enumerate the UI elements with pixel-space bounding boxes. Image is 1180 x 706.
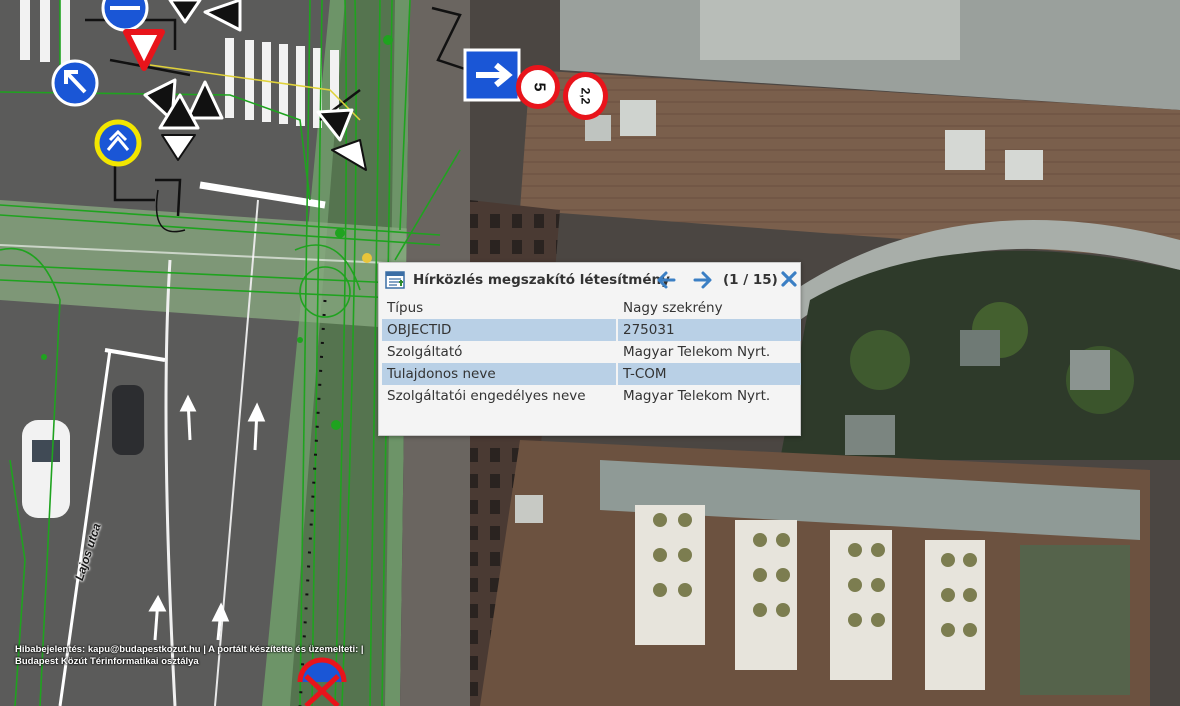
speed-limit-sign-icon: 5 — [516, 65, 560, 109]
attribute-key: Típus — [382, 297, 618, 319]
attribute-table: Típus Nagy szekrény OBJECTID 275031 Szol… — [382, 297, 801, 407]
attribute-row: Szolgáltatói engedélyes neve Magyar Tele… — [382, 385, 801, 407]
close-icon[interactable] — [779, 269, 799, 289]
popup-header: Hírközlés megszakító létesítmény (1 / 15… — [379, 263, 800, 296]
arrow-right-icon[interactable] — [692, 270, 714, 290]
attribute-value: 275031 — [623, 322, 675, 338]
arrow-left-icon[interactable] — [655, 270, 677, 290]
footer-line-contact[interactable]: Hibabejelentés: kapu@budapestkozut.hu | … — [15, 644, 364, 656]
attribute-row: Szolgáltató Magyar Telekom Nyrt. — [382, 341, 801, 363]
feature-counter: (1 / 15) — [723, 272, 778, 288]
weight-limit-sign-icon: 2,2 — [563, 72, 608, 120]
weight-limit-value: 2,2 — [578, 87, 593, 105]
attribute-key: Szolgáltatói engedélyes neve — [382, 385, 618, 407]
attribute-value: Nagy szekrény — [623, 300, 723, 316]
footer-attribution: Hibabejelentés: kapu@budapestkozut.hu | … — [15, 644, 364, 668]
attribute-value: Magyar Telekom Nyrt. — [623, 344, 771, 360]
popup-title: Hírközlés megszakító létesítmény — [413, 271, 670, 288]
attribute-row: OBJECTID 275031 — [382, 319, 801, 341]
attribute-row: Típus Nagy szekrény — [382, 297, 801, 319]
feature-info-popup: Hírközlés megszakító létesítmény (1 / 15… — [378, 262, 801, 436]
attribute-value: Magyar Telekom Nyrt. — [623, 388, 771, 404]
attribute-key: Tulajdonos neve — [382, 363, 618, 385]
attribute-value: T-COM — [623, 366, 667, 382]
footer-line-credit: Budapest Közút Térinformatikai osztálya — [15, 656, 199, 667]
attribute-row: Tulajdonos neve T-COM — [382, 363, 801, 385]
table-icon — [385, 270, 405, 289]
speed-limit-value: 5 — [530, 82, 547, 92]
attribute-key: Szolgáltató — [382, 341, 618, 363]
attribute-key: OBJECTID — [382, 319, 618, 341]
